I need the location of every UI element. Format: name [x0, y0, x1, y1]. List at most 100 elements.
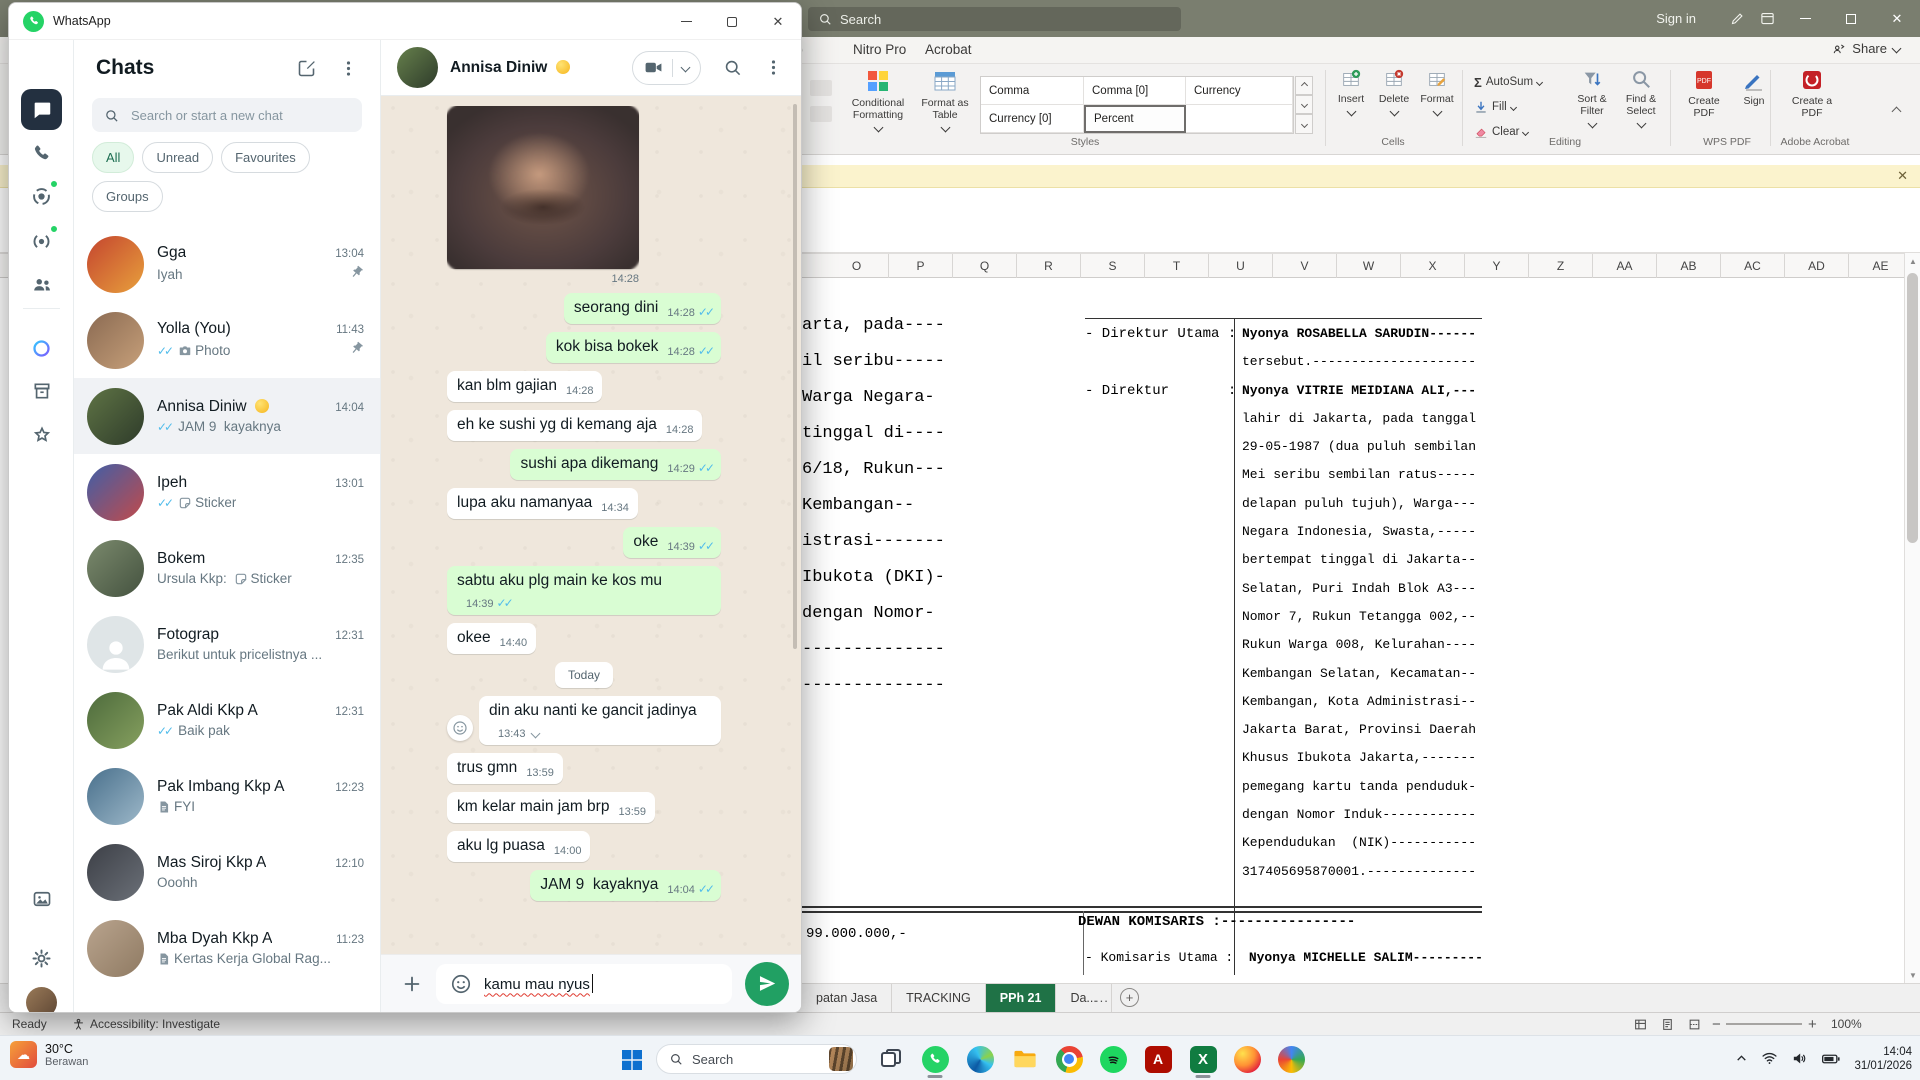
chat-list-item[interactable]: Bokem12:35Ursula Kkp: Sticker	[74, 530, 380, 606]
rail-item-meta-ai[interactable]	[21, 328, 62, 369]
taskbar-task-view-icon[interactable]	[872, 1041, 910, 1077]
share-button[interactable]: Share	[1832, 41, 1900, 56]
taskbar-spotify-icon[interactable]	[1094, 1041, 1132, 1077]
zoom-out-button[interactable]: −	[1712, 1013, 1721, 1035]
column-header-P[interactable]: P	[889, 254, 953, 278]
weather-widget[interactable]: ☁ 30°C Berawan	[10, 1041, 88, 1068]
video-call-button[interactable]	[632, 51, 701, 85]
menu-kebab-icon[interactable]	[339, 58, 358, 79]
message-bubble[interactable]: kok bisa bokek14:28✓✓	[546, 332, 721, 363]
page-break-view-icon[interactable]	[1688, 1013, 1701, 1035]
format-as-table-button[interactable]: Format as Table	[912, 68, 978, 148]
start-button[interactable]	[612, 1041, 650, 1077]
maximize-button[interactable]	[709, 3, 755, 40]
column-header-V[interactable]: V	[1273, 254, 1337, 278]
sheet-tab-patan-jasa[interactable]: patan Jasa	[802, 984, 892, 1012]
editing-clear-button[interactable]: Clear	[1474, 122, 1528, 142]
number-format-partial-icon[interactable]	[810, 106, 832, 122]
ribbon-display-icon[interactable]	[1752, 0, 1782, 37]
column-header-W[interactable]: W	[1337, 254, 1401, 278]
scroll-up-icon[interactable]: ▲	[1905, 253, 1920, 269]
zoom-level[interactable]: 100%	[1831, 1013, 1862, 1035]
battery-icon[interactable]	[1821, 1049, 1841, 1069]
filter-chip-groups[interactable]: Groups	[92, 181, 163, 212]
excel-restore-button[interactable]	[1828, 0, 1874, 37]
close-icon[interactable]: ✕	[1897, 168, 1908, 184]
rail-item-archived[interactable]	[21, 370, 62, 411]
volume-icon[interactable]	[1791, 1050, 1808, 1067]
chat-list-item[interactable]: Mba Dyah Kkp A11:23Kertas Kerja Global R…	[74, 910, 380, 986]
chat-list-item[interactable]: Pak Aldi Kkp A12:31✓✓Baik pak	[74, 682, 380, 758]
taskbar-acrobat-icon[interactable]: A	[1139, 1041, 1177, 1077]
taskbar-edge-icon[interactable]	[961, 1041, 999, 1077]
scroll-down-icon[interactable]: ▼	[1905, 967, 1920, 983]
column-header-Y[interactable]: Y	[1465, 254, 1529, 278]
editing-find-button[interactable]: Find & Select	[1617, 68, 1665, 148]
style-currency--0-[interactable]: Currency [0]	[981, 105, 1084, 133]
editing-autosum-button[interactable]: ΣAutoSum	[1474, 72, 1542, 92]
taskbar-chrome-icon[interactable]	[1050, 1041, 1088, 1077]
sign-in-button[interactable]: Sign in	[1656, 11, 1696, 26]
message-bubble[interactable]: lupa aku namanyaa14:34	[447, 488, 638, 519]
tabs-overflow-button[interactable]: ...	[1095, 990, 1109, 1005]
send-button[interactable]	[745, 962, 789, 1006]
search-icon[interactable]	[723, 58, 742, 77]
column-header-T[interactable]: T	[1145, 254, 1209, 278]
cells-format-button[interactable]: Format	[1416, 68, 1458, 148]
rail-item-starred[interactable]	[21, 414, 62, 455]
sheet-tab-pph-21[interactable]: PPh 21	[986, 984, 1057, 1012]
column-header-AD[interactable]: AD	[1785, 254, 1849, 278]
close-button[interactable]: ✕	[755, 3, 801, 40]
message-area[interactable]: 14:28seorang dini14:28✓✓kok bisa bokek14…	[381, 96, 801, 954]
sheet-tab-tracking[interactable]: TRACKING	[892, 984, 986, 1012]
rail-item-communities[interactable]	[21, 264, 62, 305]
search-highlight-image[interactable]	[829, 1047, 853, 1071]
pencil-icon[interactable]	[1722, 0, 1752, 37]
conversation-header[interactable]: Annisa Diniw	[381, 40, 801, 96]
zoom-in-button[interactable]: +	[1808, 1013, 1817, 1035]
column-header-O[interactable]: O	[825, 254, 889, 278]
message-bubble[interactable]: aku lg puasa14:00	[447, 831, 590, 862]
column-header-AA[interactable]: AA	[1593, 254, 1657, 278]
column-header-S[interactable]: S	[1081, 254, 1145, 278]
message-bubble[interactable]: trus gmn13:59	[447, 753, 563, 784]
gallery-more-button[interactable]	[1295, 114, 1313, 134]
message-menu-chevron-icon[interactable]	[530, 729, 540, 739]
collapse-ribbon-button[interactable]	[1893, 102, 1900, 120]
zoom-slider[interactable]	[1726, 1023, 1802, 1025]
taskbar-excel-icon[interactable]: X	[1184, 1041, 1222, 1077]
filter-chip-unread[interactable]: Unread	[142, 142, 213, 173]
number-format-partial-icon[interactable]	[810, 80, 832, 96]
message-bubble[interactable]: sabtu aku plg main ke kos mu14:39✓✓	[447, 566, 721, 615]
minimize-button[interactable]	[663, 3, 709, 40]
profile-avatar[interactable]	[26, 987, 57, 1013]
taskbar-file-explorer-icon[interactable]	[1006, 1041, 1044, 1077]
contact-avatar[interactable]	[397, 47, 438, 88]
column-header-X[interactable]: X	[1401, 254, 1465, 278]
rail-item-settings[interactable]	[21, 938, 62, 979]
column-header-Q[interactable]: Q	[953, 254, 1017, 278]
gallery-down-button[interactable]	[1295, 95, 1313, 114]
editing-fill-button[interactable]: Fill	[1474, 97, 1516, 117]
emoji-icon[interactable]	[450, 973, 472, 995]
rail-item-channels[interactable]	[21, 221, 62, 262]
filter-chip-favourites[interactable]: Favourites	[221, 142, 310, 173]
message-bubble[interactable]: JAM 9 kayaknya14:04✓✓	[530, 870, 721, 901]
attach-plus-icon[interactable]	[401, 973, 423, 995]
column-header-Z[interactable]: Z	[1529, 254, 1593, 278]
scrollbar-thumb[interactable]	[1907, 273, 1918, 543]
accessibility-status[interactable]: Accessibility: Investigate	[72, 1013, 220, 1035]
excel-close-button[interactable]: ✕	[1874, 0, 1920, 37]
menu-kebab-icon[interactable]	[764, 58, 783, 77]
wifi-icon[interactable]	[1761, 1050, 1778, 1067]
normal-view-icon[interactable]	[1634, 1013, 1647, 1035]
tray-expand-icon[interactable]	[1735, 1052, 1748, 1065]
page-layout-view-icon[interactable]	[1661, 1013, 1674, 1035]
message-bubble[interactable]: eh ke sushi yg di kemang aja14:28	[447, 410, 702, 441]
taskbar-search[interactable]: Search	[656, 1044, 857, 1074]
message-bubble[interactable]: kan blm gajian14:28	[447, 371, 602, 402]
message-input[interactable]: kamu mau nyus	[436, 964, 732, 1004]
scrollbar-thumb[interactable]	[793, 104, 797, 649]
style-comma[interactable]: Comma	[981, 77, 1084, 105]
gallery-up-button[interactable]	[1295, 76, 1313, 95]
